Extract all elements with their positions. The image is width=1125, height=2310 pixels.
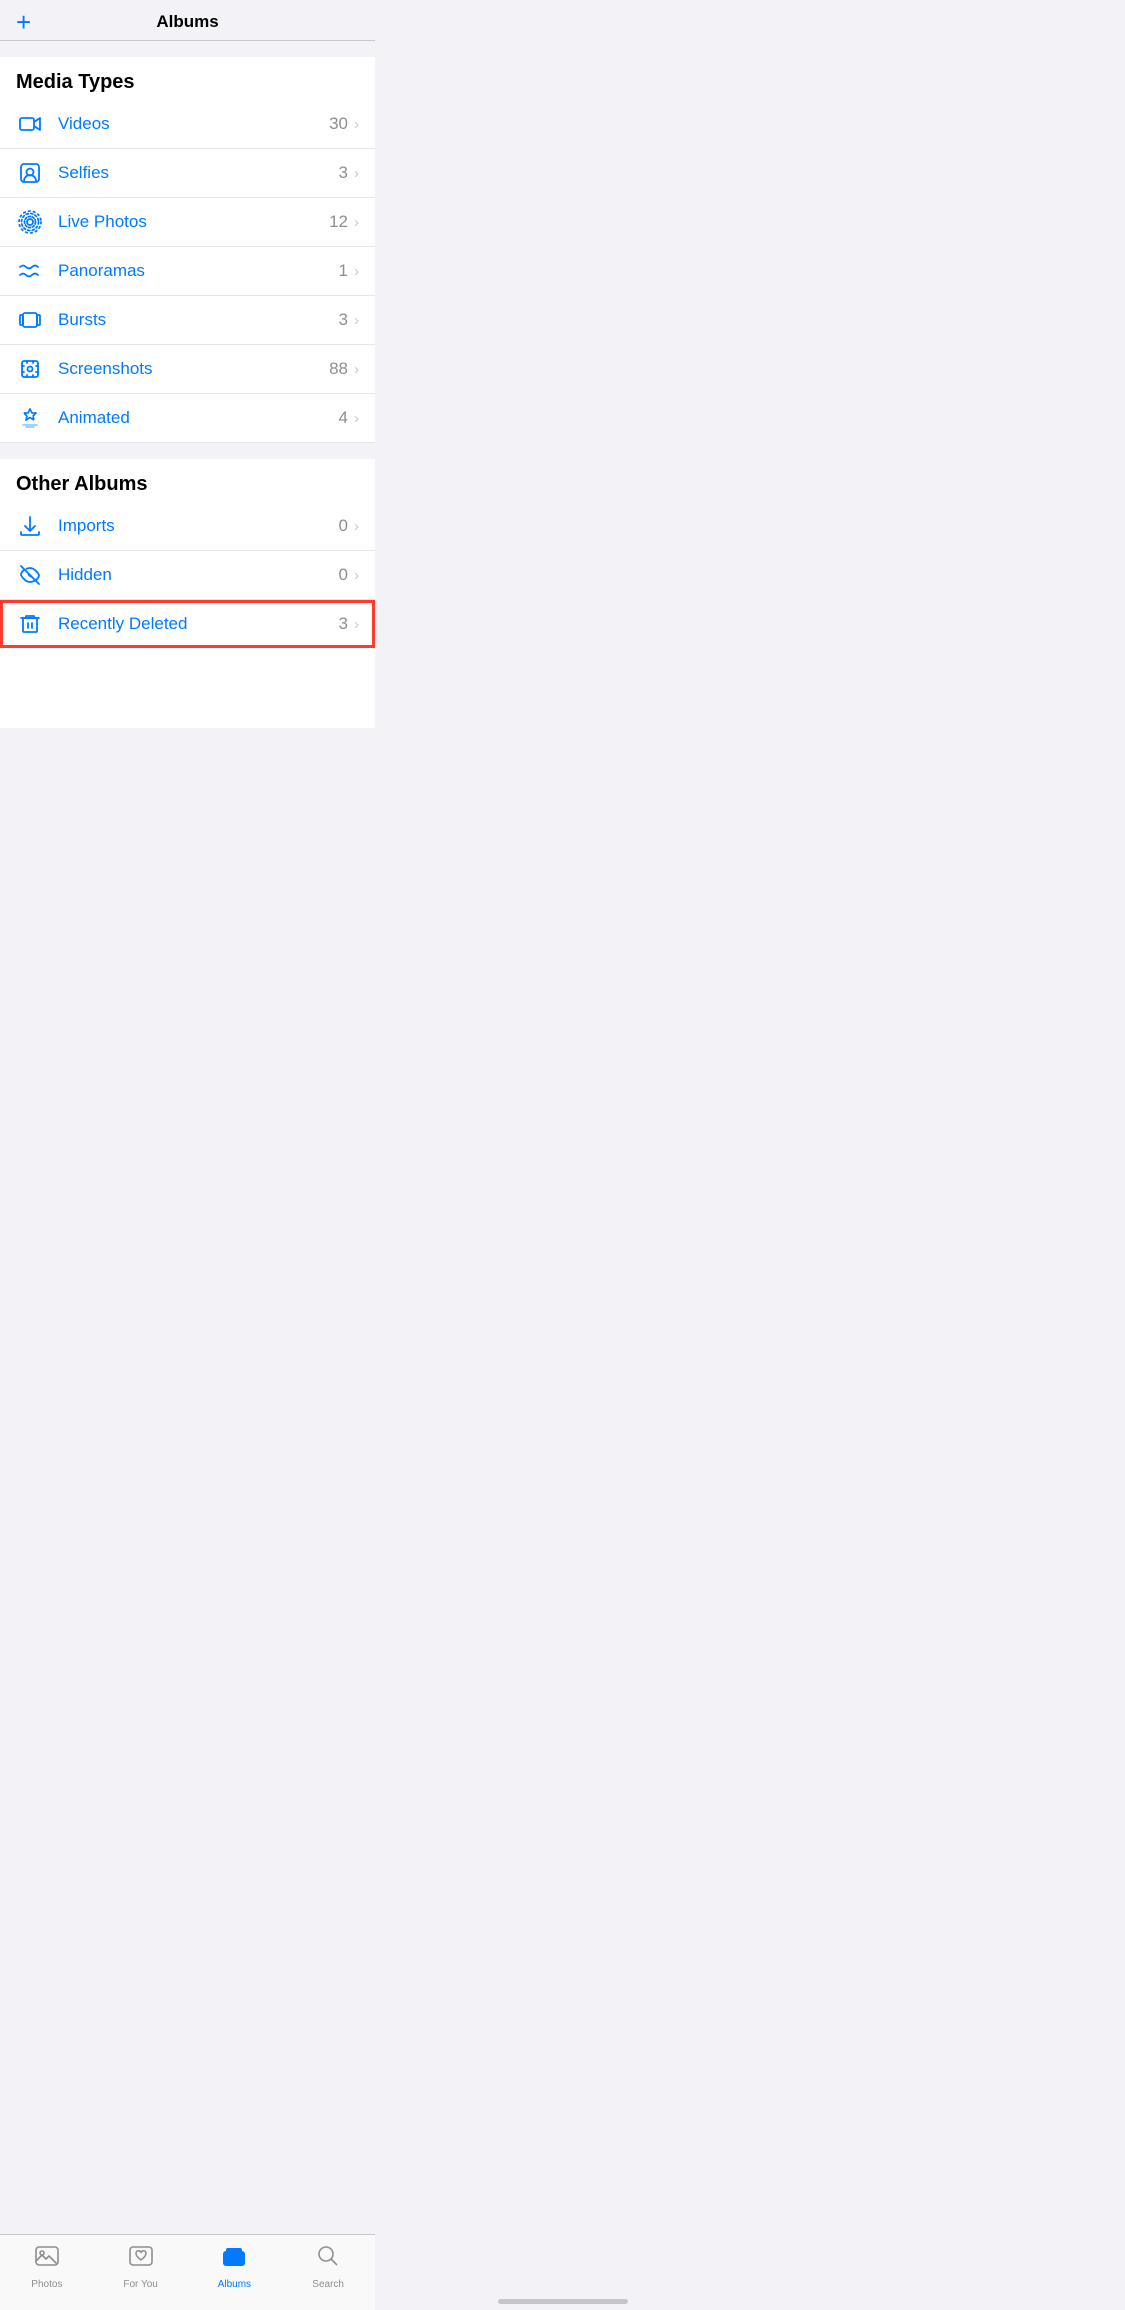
panoramas-label: Panoramas bbox=[58, 261, 339, 281]
section-divider bbox=[0, 443, 375, 459]
home-indicator bbox=[498, 2299, 628, 2304]
list-item-animated[interactable]: Animated 4 › bbox=[0, 394, 375, 443]
hidden-icon bbox=[16, 563, 44, 587]
animated-icon bbox=[16, 406, 44, 430]
screenshots-count: 88 bbox=[329, 359, 348, 379]
screenshots-icon bbox=[16, 357, 44, 381]
recently-deleted-chevron: › bbox=[354, 616, 359, 633]
list-item-panoramas[interactable]: Panoramas 1 › bbox=[0, 247, 375, 296]
panorama-icon bbox=[16, 259, 44, 283]
imports-icon bbox=[16, 514, 44, 538]
screenshots-label: Screenshots bbox=[58, 359, 329, 379]
tab-photos[interactable]: Photos bbox=[0, 2243, 94, 2290]
selfie-icon bbox=[16, 161, 44, 185]
panoramas-count: 1 bbox=[339, 261, 348, 281]
content-area: Media Types Videos 30 › Selfies 3 › bbox=[0, 57, 375, 728]
hidden-label: Hidden bbox=[58, 565, 339, 585]
trash-icon bbox=[16, 612, 44, 636]
imports-chevron: › bbox=[354, 518, 359, 535]
list-item-live-photos[interactable]: Live Photos 12 › bbox=[0, 198, 375, 247]
bursts-label: Bursts bbox=[58, 310, 339, 330]
video-icon bbox=[16, 112, 44, 136]
live-photos-icon bbox=[16, 210, 44, 234]
videos-chevron: › bbox=[354, 116, 359, 133]
search-tab-label: Search bbox=[312, 2279, 344, 2290]
list-item-bursts[interactable]: Bursts 3 › bbox=[0, 296, 375, 345]
photos-tab-label: Photos bbox=[31, 2279, 62, 2290]
live-photos-label: Live Photos bbox=[58, 212, 329, 232]
panoramas-chevron: › bbox=[354, 263, 359, 280]
animated-count: 4 bbox=[339, 408, 348, 428]
search-tab-icon bbox=[315, 2243, 341, 2276]
list-item-videos[interactable]: Videos 30 › bbox=[0, 100, 375, 149]
albums-tab-label: Albums bbox=[218, 2279, 251, 2290]
for-you-tab-label: For You bbox=[123, 2279, 157, 2290]
page-title: Albums bbox=[156, 12, 218, 32]
tab-bar: Photos For You Albums Search bbox=[0, 2234, 375, 2310]
photos-tab-icon bbox=[34, 2243, 60, 2276]
selfies-count: 3 bbox=[339, 163, 348, 183]
navigation-bar: + Albums bbox=[0, 0, 375, 41]
bursts-count: 3 bbox=[339, 310, 348, 330]
add-button[interactable]: + bbox=[16, 7, 31, 38]
animated-label: Animated bbox=[58, 408, 339, 428]
tab-albums[interactable]: Albums bbox=[188, 2243, 282, 2290]
live-photos-chevron: › bbox=[354, 214, 359, 231]
list-item-selfies[interactable]: Selfies 3 › bbox=[0, 149, 375, 198]
bursts-chevron: › bbox=[354, 312, 359, 329]
imports-label: Imports bbox=[58, 516, 339, 536]
selfies-chevron: › bbox=[354, 165, 359, 182]
recently-deleted-label: Recently Deleted bbox=[58, 614, 339, 634]
list-item-hidden[interactable]: Hidden 0 › bbox=[0, 551, 375, 600]
screenshots-chevron: › bbox=[354, 361, 359, 378]
hidden-chevron: › bbox=[354, 567, 359, 584]
live-photos-count: 12 bbox=[329, 212, 348, 232]
videos-count: 30 bbox=[329, 114, 348, 134]
list-item-recently-deleted[interactable]: Recently Deleted 3 › bbox=[0, 600, 375, 648]
bursts-icon bbox=[16, 308, 44, 332]
videos-label: Videos bbox=[58, 114, 329, 134]
albums-tab-icon bbox=[221, 2243, 247, 2276]
other-albums-header: Other Albums bbox=[0, 459, 375, 502]
list-item-imports[interactable]: Imports 0 › bbox=[0, 502, 375, 551]
animated-chevron: › bbox=[354, 410, 359, 427]
selfies-label: Selfies bbox=[58, 163, 339, 183]
tab-search[interactable]: Search bbox=[281, 2243, 375, 2290]
for-you-tab-icon bbox=[128, 2243, 154, 2276]
media-types-header: Media Types bbox=[0, 57, 375, 100]
recently-deleted-count: 3 bbox=[339, 614, 348, 634]
hidden-count: 0 bbox=[339, 565, 348, 585]
list-item-screenshots[interactable]: Screenshots 88 › bbox=[0, 345, 375, 394]
imports-count: 0 bbox=[339, 516, 348, 536]
tab-for-you[interactable]: For You bbox=[94, 2243, 188, 2290]
